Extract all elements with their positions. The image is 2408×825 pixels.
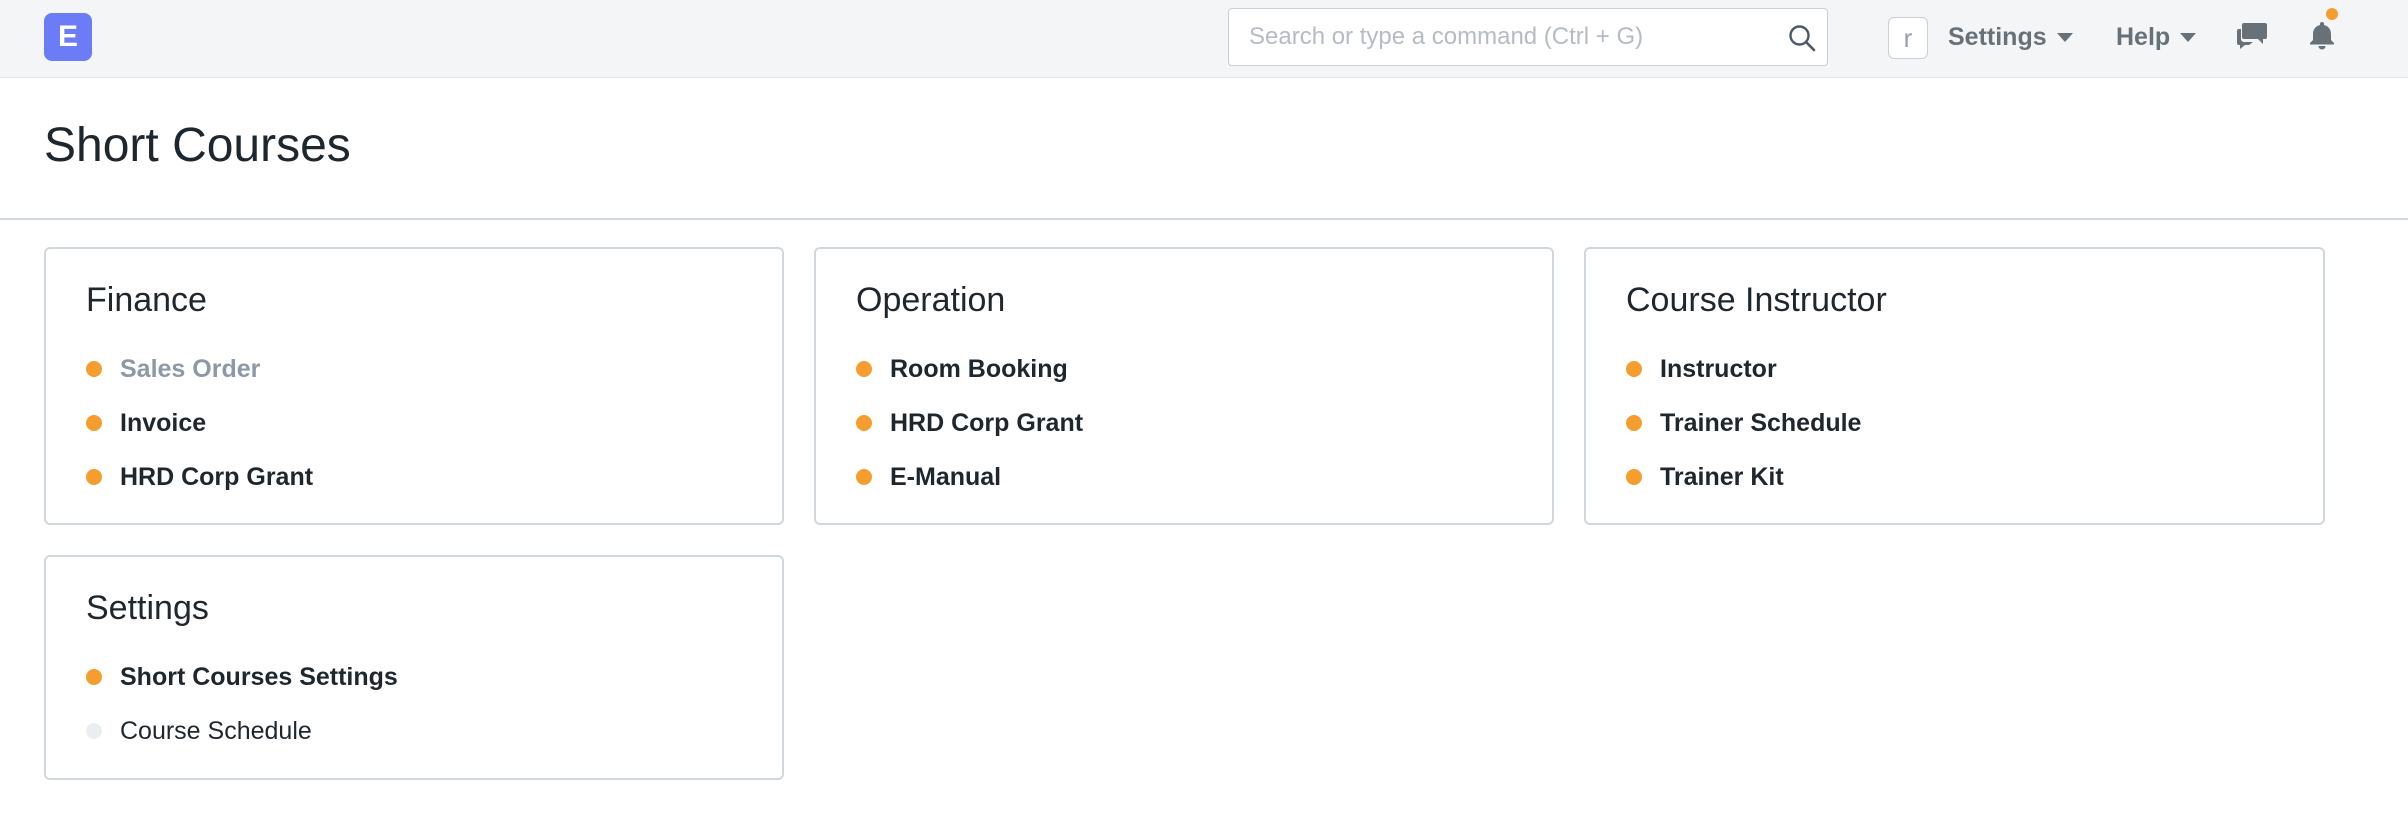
help-dropdown-label: Help — [2116, 22, 2171, 51]
status-dot — [86, 723, 102, 739]
link-label: Instructor — [1660, 354, 1777, 383]
status-dot — [856, 361, 872, 377]
link-invoice[interactable]: Invoice — [86, 403, 206, 443]
card-course-instructor: Course Instructor Instructor Trainer Sch… — [1584, 247, 2325, 525]
link-trainer-kit[interactable]: Trainer Kit — [1626, 457, 1784, 497]
link-label: Room Booking — [890, 354, 1068, 383]
card-operation: Operation Room Booking HRD Corp Grant E-… — [814, 247, 1554, 525]
status-dot — [86, 469, 102, 485]
status-dot — [1626, 469, 1642, 485]
link-label: Short Courses Settings — [120, 662, 398, 691]
status-dot — [86, 669, 102, 685]
card-title: Finance — [86, 281, 207, 319]
card-title: Settings — [86, 589, 209, 627]
search-input[interactable] — [1249, 9, 1769, 65]
link-course-schedule[interactable]: Course Schedule — [86, 711, 312, 751]
help-dropdown[interactable]: Help — [2116, 22, 2197, 52]
link-label: Trainer Kit — [1660, 462, 1784, 491]
card-finance: Finance Sales Order Invoice HRD Corp Gra… — [44, 247, 784, 525]
navbar: E r Settings Help — [0, 0, 2408, 78]
chevron-down-icon — [2180, 32, 2197, 42]
link-e-manual[interactable]: E-Manual — [856, 457, 1001, 497]
search-icon[interactable] — [1787, 23, 1817, 53]
status-dot — [86, 415, 102, 431]
link-instructor[interactable]: Instructor — [1626, 349, 1777, 389]
link-room-booking[interactable]: Room Booking — [856, 349, 1068, 389]
notification-badge — [2326, 8, 2338, 20]
settings-dropdown[interactable]: Settings — [1948, 22, 2073, 52]
chat-icon[interactable] — [2236, 20, 2268, 50]
link-label: HRD Corp Grant — [890, 408, 1084, 437]
settings-dropdown-label: Settings — [1948, 22, 2047, 51]
link-trainer-schedule[interactable]: Trainer Schedule — [1626, 403, 1861, 443]
status-dot — [1626, 361, 1642, 377]
avatar[interactable]: r — [1888, 17, 1928, 59]
page-title: Short Courses — [44, 119, 351, 172]
link-label: Trainer Schedule — [1660, 408, 1862, 437]
link-hrd-corp-grant[interactable]: HRD Corp Grant — [856, 403, 1083, 443]
card-title: Course Instructor — [1626, 281, 1887, 319]
chevron-down-icon — [2056, 32, 2073, 42]
link-label: Invoice — [120, 408, 207, 437]
link-label: E-Manual — [890, 462, 1002, 491]
link-label: Course Schedule — [120, 716, 312, 745]
divider — [0, 218, 2408, 220]
status-dot — [856, 469, 872, 485]
link-label: HRD Corp Grant — [120, 462, 314, 491]
status-dot — [86, 361, 102, 377]
link-sales-order[interactable]: Sales Order — [86, 349, 260, 389]
card-title: Operation — [856, 281, 1006, 319]
status-dot — [1626, 415, 1642, 431]
card-settings: Settings Short Courses Settings Course S… — [44, 555, 784, 780]
search-box[interactable] — [1228, 8, 1828, 66]
bell-icon[interactable] — [2309, 20, 2335, 50]
status-dot — [856, 415, 872, 431]
link-label: Sales Order — [120, 354, 261, 383]
link-short-courses-settings[interactable]: Short Courses Settings — [86, 657, 398, 697]
app-logo[interactable]: E — [44, 13, 92, 61]
link-hrd-corp-grant[interactable]: HRD Corp Grant — [86, 457, 313, 497]
